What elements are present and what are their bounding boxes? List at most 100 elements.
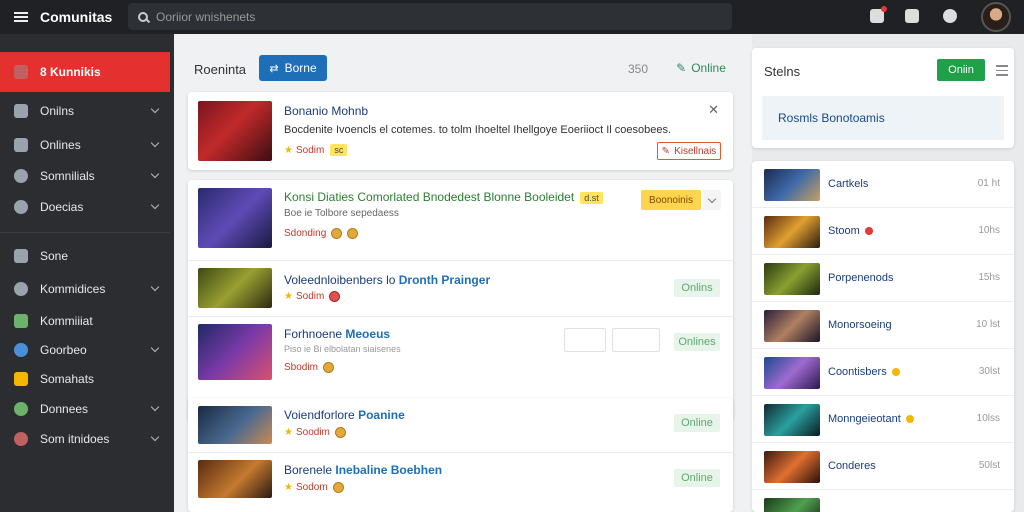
sidebar-item-label: Doecias bbox=[40, 200, 84, 214]
post-title[interactable]: Voiendforlore Poanine bbox=[284, 408, 405, 422]
status-dot-icon bbox=[905, 415, 914, 423]
list-item[interactable]: Porpenenods 15hs bbox=[752, 255, 1014, 302]
list-item-name: Conderes bbox=[828, 460, 876, 472]
star-icon: ★ bbox=[284, 144, 293, 156]
chevron-down-icon[interactable] bbox=[703, 190, 721, 210]
sidebar-item[interactable]: Kommidices bbox=[0, 275, 170, 303]
list-item-time: 10lss bbox=[976, 413, 1000, 424]
pencil-icon bbox=[14, 372, 28, 386]
circle-icon bbox=[14, 169, 28, 183]
sidebar-item-label: Kommidices bbox=[40, 282, 106, 296]
online-button[interactable]: Onlins bbox=[674, 279, 720, 297]
app-title: Comunitas bbox=[40, 9, 113, 25]
search-icon bbox=[138, 11, 148, 22]
sidebar-item[interactable]: Kommiiiat bbox=[0, 307, 170, 335]
chevron-down-icon bbox=[150, 343, 160, 353]
sidebar-item[interactable]: Sone bbox=[0, 242, 170, 270]
online-button[interactable]: Onlines bbox=[674, 333, 720, 351]
post-thumbnail[interactable] bbox=[198, 101, 272, 161]
featured-post-card[interactable]: Bonanio Mohnb Bocdenite Ivoencls el cote… bbox=[188, 92, 733, 170]
post-action-button[interactable]: ✎ Kisellnais bbox=[657, 142, 721, 160]
post-description: Bocdenite Ivoencls el cotemes. to tolm I… bbox=[284, 124, 672, 136]
online-button[interactable]: Online bbox=[674, 414, 720, 432]
list-item[interactable] bbox=[752, 490, 1014, 512]
post-meta: Sdonding bbox=[284, 228, 359, 239]
list-item[interactable]: Monorsoeing 10 lst bbox=[752, 302, 1014, 349]
row-divider bbox=[188, 452, 733, 453]
post-title-text: Konsi Diaties Comorlated Bnodedest Blonn… bbox=[284, 190, 575, 204]
list-item-name-text: Monorsoeing bbox=[828, 319, 892, 331]
tag-icon bbox=[14, 249, 28, 263]
group-action-button[interactable]: Boonoinis bbox=[641, 190, 701, 210]
online-toggle-button[interactable]: Oniin bbox=[937, 59, 985, 81]
post-thumbnail[interactable] bbox=[198, 406, 272, 444]
grid-icon bbox=[14, 138, 28, 152]
sidebar-item[interactable]: Onilns bbox=[0, 97, 170, 125]
post-group-card: Konsi Diaties Comorlated Bnodedest Blonn… bbox=[188, 180, 733, 420]
status-highlight[interactable]: Rosmls Bonotoamis bbox=[762, 96, 1004, 140]
post-title[interactable]: Konsi Diaties Comorlated Bnodedest Blonn… bbox=[284, 190, 603, 204]
post-thumbnail[interactable] bbox=[198, 324, 272, 380]
game-thumbnail bbox=[764, 404, 820, 436]
post-meta: Sbodim bbox=[284, 362, 334, 373]
emoji-icon bbox=[334, 427, 346, 438]
messages-icon[interactable] bbox=[905, 9, 919, 23]
game-icon bbox=[14, 65, 28, 79]
pencil-icon: ✎ bbox=[661, 145, 671, 157]
result-count: 350 bbox=[628, 62, 649, 76]
sidebar-item[interactable]: Somahats bbox=[0, 365, 170, 393]
post-thumbnail[interactable] bbox=[198, 188, 272, 248]
post-title[interactable]: Voleednloibenbers lo Dronth Prainger bbox=[284, 273, 490, 287]
sidebar-item[interactable]: Donnees bbox=[0, 395, 170, 423]
post-title-text: Voiendforlore bbox=[284, 408, 355, 422]
avatar-icon bbox=[14, 402, 28, 416]
post-title[interactable]: Bonanio Mohnb bbox=[284, 104, 368, 118]
post-title-text: Borenele bbox=[284, 463, 333, 477]
sidebar-item[interactable]: Som itnidoes bbox=[0, 425, 170, 453]
list-item-name-text: Monngeieotant bbox=[828, 413, 901, 425]
list-item[interactable]: Stoom 10hs bbox=[752, 208, 1014, 255]
close-icon[interactable]: ✕ bbox=[708, 102, 719, 118]
list-item[interactable]: Conderes 50lst bbox=[752, 443, 1014, 490]
menu-icon[interactable] bbox=[14, 12, 28, 22]
sidebar-item-label: Goorbeo bbox=[40, 343, 87, 357]
online-button[interactable]: Online bbox=[674, 469, 720, 487]
sidebar-item-active[interactable]: 8 Kunnikis bbox=[0, 52, 170, 92]
sidebar-item-label: 8 Kunnikis bbox=[40, 65, 101, 79]
list-item[interactable]: Coontisbers 30lst bbox=[752, 349, 1014, 396]
post-title[interactable]: Borenele Inebaline Boebhen bbox=[284, 463, 442, 477]
game-thumbnail bbox=[764, 357, 820, 389]
status-icon bbox=[329, 291, 341, 302]
post-thumbnail[interactable] bbox=[198, 460, 272, 498]
list-item-name: Cartkels bbox=[828, 178, 868, 190]
chevron-down-icon bbox=[150, 138, 160, 148]
sidebar-item[interactable]: Goorbeo bbox=[0, 336, 170, 364]
post-title-accent: Poanine bbox=[358, 408, 405, 422]
menu-icon[interactable] bbox=[996, 62, 1010, 76]
page-title: Roeninta bbox=[194, 62, 247, 77]
game-thumbnail bbox=[764, 263, 820, 295]
status-title: Stelns bbox=[764, 64, 801, 79]
sidebar-item[interactable]: Somnilials bbox=[0, 162, 170, 190]
search-input[interactable]: Ooriior wnishenets bbox=[128, 3, 732, 30]
sidebar-item[interactable]: Doecias bbox=[0, 193, 170, 221]
sidebar-item-label: Onilns bbox=[40, 104, 75, 118]
list-item-name-text: Conderes bbox=[828, 460, 876, 472]
notification-icon[interactable] bbox=[870, 6, 887, 23]
post-tag: sc bbox=[330, 144, 348, 156]
emoji-icon bbox=[332, 482, 344, 493]
list-item[interactable]: Monngeieotant 10lss bbox=[752, 396, 1014, 443]
post-meta-text: Sodom bbox=[295, 482, 328, 493]
settings-icon[interactable] bbox=[943, 9, 957, 23]
swap-icon: ⇄ bbox=[269, 62, 279, 75]
sidebar-item[interactable]: Onlines bbox=[0, 131, 170, 159]
list-item-name: Porpenenods bbox=[828, 272, 893, 284]
post-title[interactable]: Forhnoene Meoeus bbox=[284, 327, 390, 341]
user-avatar[interactable] bbox=[981, 2, 1011, 32]
online-filter-button[interactable]: ✎ Online bbox=[666, 56, 736, 80]
post-thumbnail[interactable] bbox=[198, 268, 272, 308]
post-meta: ★ Sodom bbox=[284, 482, 344, 493]
emoji-icon bbox=[322, 362, 334, 373]
primary-button[interactable]: ⇄ Borne bbox=[259, 55, 327, 81]
list-item[interactable]: Cartkels 01 ht bbox=[752, 161, 1014, 208]
